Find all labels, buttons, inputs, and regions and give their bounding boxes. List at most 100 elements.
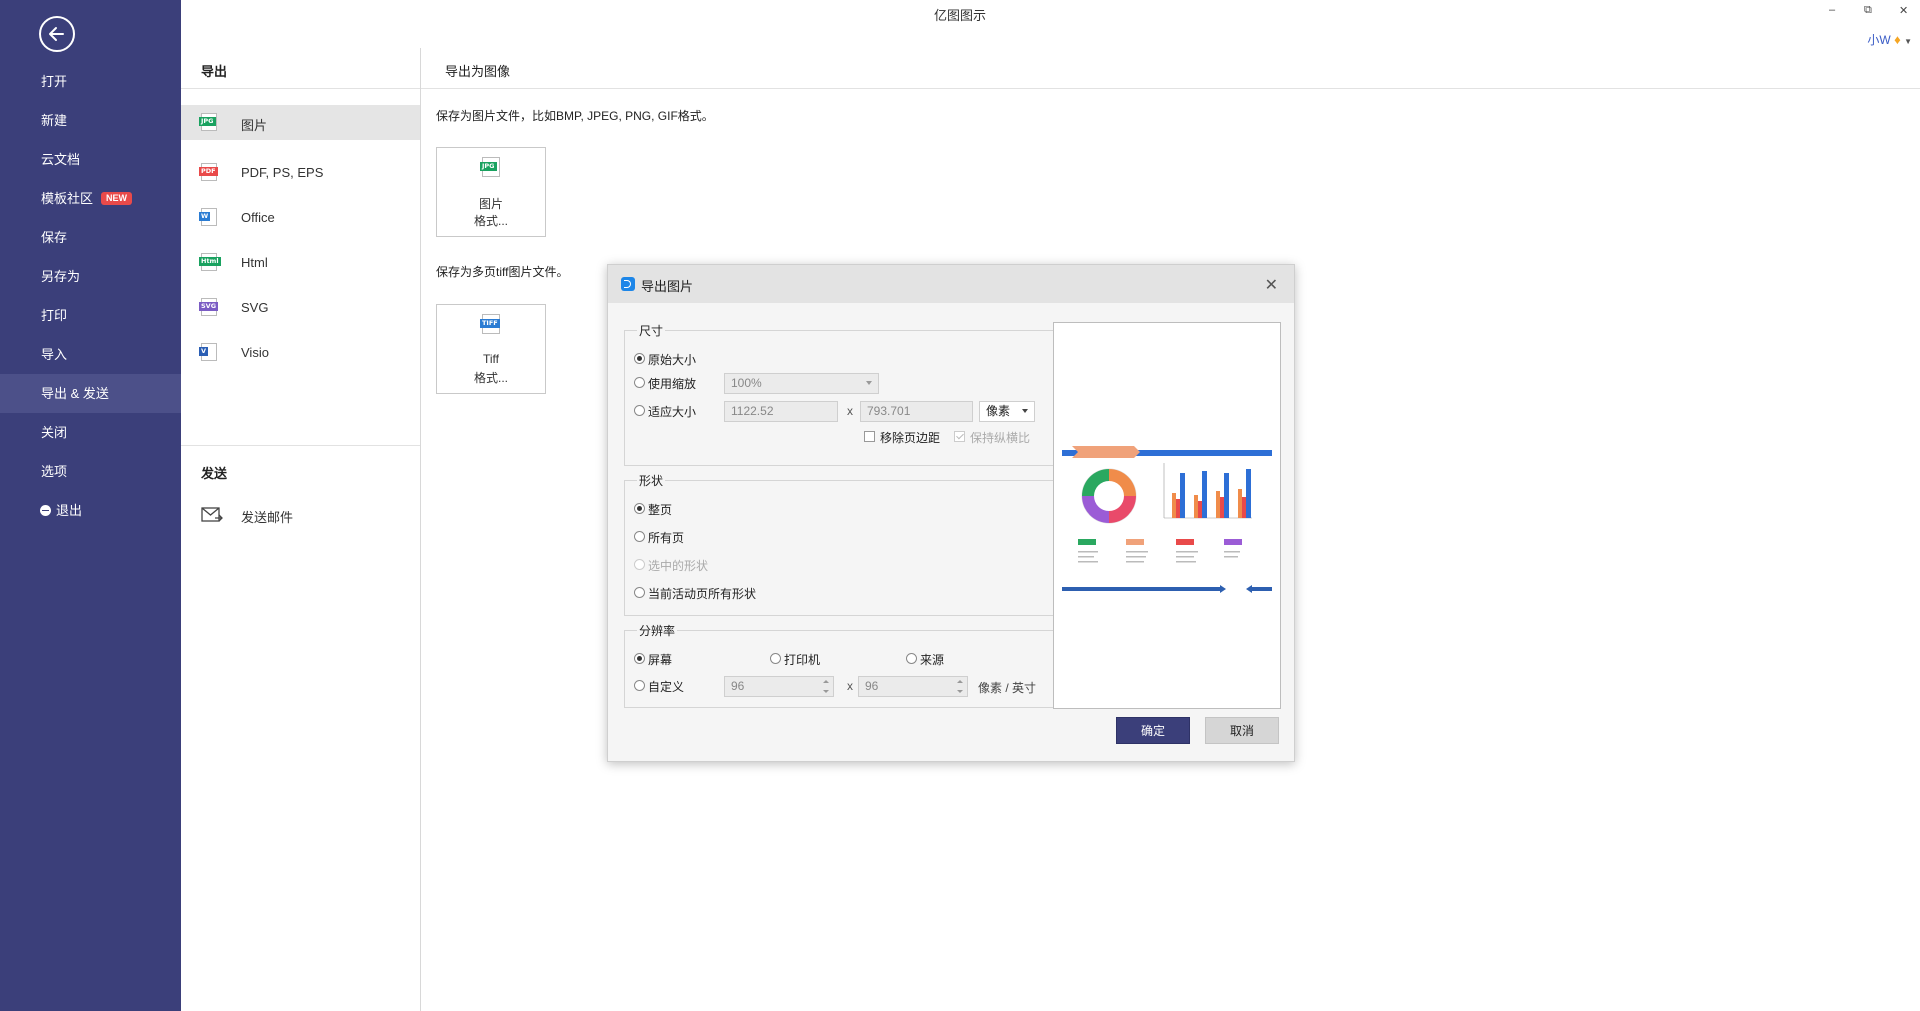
export-item-label: Office — [241, 210, 275, 225]
shape-group: 形状 整页 所有页 选中的形状 当前活动页所有形状 — [624, 472, 1054, 616]
page-title: 导出为图像 — [445, 64, 511, 79]
dpi-y-input[interactable]: 96 — [858, 676, 968, 697]
chevron-down-icon: ▼ — [1904, 37, 1912, 46]
svg-file-icon: SVG — [199, 298, 221, 316]
sidebar: 打开 新建 云文档 模板社区 NEW 保存 另存为 打印 导入 导出 & 发送 关… — [0, 0, 181, 1011]
export-item-label: PDF, PS, EPS — [241, 165, 324, 180]
resolution-group: 分辨率 屏幕 打印机 来源 自定义 96 x 96 像素 / 英寸 — [624, 622, 1054, 708]
height-input[interactable]: 793.701 — [860, 401, 973, 422]
export-item-pdf[interactable]: PDF PDF, PS, EPS — [181, 150, 420, 195]
chevron-down-icon — [1022, 409, 1028, 413]
new-badge: NEW — [101, 192, 133, 206]
export-item-image[interactable]: JPG 图片 — [181, 105, 420, 140]
export-item-visio[interactable]: V Visio — [181, 330, 420, 375]
sidebar-item-label: 导出 & 发送 — [41, 386, 109, 401]
export-item-html[interactable]: Html Html — [181, 240, 420, 285]
send-heading: 发送 — [201, 466, 228, 481]
user-menu[interactable]: 小W ♦ ▼ — [1867, 31, 1912, 48]
sidebar-menu: 打开 新建 云文档 模板社区 NEW 保存 另存为 打印 导入 导出 & 发送 关… — [0, 62, 181, 530]
sidebar-item-template-community[interactable]: 模板社区 NEW — [0, 179, 181, 218]
sidebar-item-export-send[interactable]: 导出 & 发送 — [0, 374, 181, 413]
unit-select[interactable]: 像素 — [979, 401, 1035, 422]
sidebar-item-exit[interactable]: 退出 — [0, 491, 181, 530]
width-input[interactable]: 1122.52 — [724, 401, 838, 422]
sidebar-item-cloud-docs[interactable]: 云文档 — [0, 140, 181, 179]
send-email-item[interactable]: 发送邮件 — [201, 503, 411, 527]
export-item-office[interactable]: W Office — [181, 195, 420, 240]
sidebar-item-label: 退出 — [56, 503, 83, 518]
sidebar-item-label: 关闭 — [41, 425, 68, 440]
close-icon[interactable]: ✕ — [1265, 275, 1278, 295]
visio-file-icon: V — [199, 343, 221, 361]
minimize-button[interactable]: – — [1829, 4, 1835, 16]
dialog-header: 导出图片 ✕ — [608, 265, 1294, 303]
dpi-x-input[interactable]: 96 — [724, 676, 834, 697]
sidebar-item-label: 导入 — [41, 347, 68, 362]
ok-button[interactable]: 确定 — [1116, 717, 1190, 744]
format-sublabel: 格式... — [473, 214, 508, 228]
user-name: 小W — [1867, 33, 1891, 47]
sidebar-item-close[interactable]: 关闭 — [0, 413, 181, 452]
word-file-icon: W — [199, 208, 221, 226]
export-panel: JPG 图片 PDF PDF, PS, EPS W Office Html Ht… — [181, 48, 421, 1011]
divider — [181, 445, 420, 446]
resolution-unit: 像素 / 英寸 — [978, 681, 1037, 695]
sidebar-item-options[interactable]: 选项 — [0, 452, 181, 491]
size-group: 尺寸 原始大小 使用缩放 100% 适应大小 1122.52 x 793.701… — [624, 322, 1054, 466]
jpg-file-icon: JPG — [480, 157, 502, 177]
sidebar-item-label: 选项 — [41, 464, 68, 479]
jpg-file-icon: JPG — [199, 113, 221, 131]
pdf-file-icon: PDF — [199, 163, 221, 181]
sidebar-item-label: 云文档 — [41, 152, 81, 167]
shape-group-title: 形状 — [637, 472, 666, 489]
html-file-icon: Html — [199, 253, 221, 271]
sidebar-item-import[interactable]: 导入 — [0, 335, 181, 374]
arrow-left-icon — [49, 27, 64, 41]
sidebar-item-save[interactable]: 保存 — [0, 218, 181, 257]
sidebar-item-label: 模板社区 — [41, 191, 94, 206]
export-item-svg[interactable]: SVG SVG — [181, 285, 420, 330]
tiff-file-icon: TIFF — [480, 314, 502, 334]
export-preview — [1053, 322, 1281, 709]
send-email-label: 发送邮件 — [241, 510, 294, 525]
export-item-label: Visio — [241, 345, 269, 360]
resolution-group-title: 分辨率 — [637, 622, 678, 639]
chevron-down-icon — [866, 381, 872, 385]
tiff-format-button[interactable]: TIFF Tiff 格式... — [436, 304, 546, 394]
scale-select[interactable]: 100% — [724, 373, 879, 394]
diamond-icon: ♦ — [1894, 32, 1901, 47]
cancel-button[interactable]: 取消 — [1205, 717, 1279, 744]
size-group-title: 尺寸 — [637, 322, 666, 339]
export-item-label: 图片 — [241, 118, 268, 133]
image-format-button[interactable]: JPG 图片 格式... — [436, 147, 546, 237]
image-description: 保存为图片文件，比如BMP, JPEG, PNG, GIF格式。 — [436, 109, 714, 123]
sidebar-item-print[interactable]: 打印 — [0, 296, 181, 335]
x-separator: x — [847, 679, 853, 693]
sidebar-item-save-as[interactable]: 另存为 — [0, 257, 181, 296]
sidebar-item-label: 打印 — [41, 308, 68, 323]
divider — [422, 88, 1920, 89]
format-sublabel: 格式... — [473, 371, 508, 385]
restore-button[interactable]: ⧉ — [1864, 4, 1872, 17]
export-item-label: SVG — [241, 300, 269, 315]
app-title: 亿图图示 — [933, 8, 986, 23]
sidebar-item-label: 新建 — [41, 113, 68, 128]
dialog-title: 导出图片 — [641, 279, 694, 294]
tiff-description: 保存为多页tiff图片文件。 — [436, 265, 569, 279]
format-label: 图片 — [478, 197, 503, 211]
sidebar-item-label: 另存为 — [41, 269, 81, 284]
export-item-label: Html — [241, 255, 268, 270]
sidebar-item-open[interactable]: 打开 — [0, 62, 181, 101]
sidebar-item-label: 打开 — [41, 74, 68, 89]
x-separator: x — [847, 404, 853, 418]
exit-icon — [40, 505, 51, 517]
sidebar-item-label: 保存 — [41, 230, 68, 245]
export-format-list: JPG 图片 PDF PDF, PS, EPS W Office Html Ht… — [181, 105, 420, 375]
format-label: Tiff — [482, 352, 499, 366]
mail-send-icon — [201, 507, 223, 522]
app-logo-icon — [621, 277, 635, 291]
close-window-button[interactable]: ✕ — [1899, 4, 1908, 17]
sidebar-item-new[interactable]: 新建 — [0, 101, 181, 140]
preview-thumbnail — [1062, 446, 1272, 593]
export-image-dialog: 导出图片 ✕ 尺寸 原始大小 使用缩放 100% 适应大小 1122.52 x … — [607, 264, 1295, 762]
